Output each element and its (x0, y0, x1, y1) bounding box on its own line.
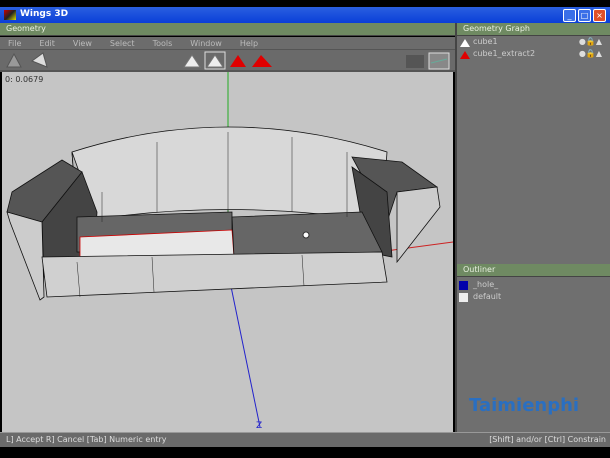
smooth-shade-icon[interactable] (6, 52, 22, 68)
menu-tools[interactable]: Tools (153, 37, 173, 50)
outliner-item[interactable]: default (457, 291, 610, 303)
toolbar (0, 50, 455, 72)
window-title: Wings 3D (20, 9, 69, 19)
body-mode-icon[interactable] (252, 55, 272, 67)
menu-select[interactable]: Select (110, 37, 135, 50)
face-mode-icon[interactable] (230, 55, 246, 67)
app-icon (4, 10, 16, 20)
right-panel: Geometry Graph cube1 ●🔒▲ cube1_extract2 … (455, 23, 610, 432)
visibility-lock-icons[interactable]: ●🔒▲ (579, 36, 602, 48)
object-item[interactable]: cube1_extract2 ●🔒▲ (457, 48, 610, 60)
status-left: L] Accept R] Cancel [Tab] Numeric entry (6, 435, 167, 444)
object-icon (460, 39, 470, 47)
geometry-graph-header: Geometry Graph (457, 23, 610, 36)
geometry-header: Geometry (0, 23, 455, 36)
object-selected-icon (460, 51, 470, 59)
status-bar: L] Accept R] Cancel [Tab] Numeric entry … (0, 432, 610, 447)
sofa-model: Z (6, 72, 454, 431)
material-swatch-icon (459, 293, 468, 302)
watermark: Taimienphi (469, 395, 580, 416)
material-swatch-icon (459, 281, 468, 290)
z-axis (227, 271, 261, 428)
menu-window[interactable]: Window (190, 37, 222, 50)
object-name: cube1 (473, 37, 498, 46)
z-axis-label: Z (256, 421, 262, 431)
menu-help[interactable]: Help (240, 37, 258, 50)
menu-file[interactable]: File (8, 37, 21, 50)
menu-edit[interactable]: Edit (39, 37, 55, 50)
status-right: [Shift] and/or [Ctrl] Constrain (489, 435, 606, 444)
outliner-header: Outliner (457, 264, 610, 277)
perspective-view-icon[interactable] (428, 52, 450, 70)
wireframe-icon[interactable] (30, 52, 48, 68)
vertex-mode-icon[interactable] (183, 54, 201, 68)
ortho-view-icon[interactable] (406, 55, 424, 68)
menu-bar: File Edit View Select Tools Window Help (0, 37, 455, 50)
edge-mode-icon[interactable] (206, 54, 224, 68)
visibility-lock-icons[interactable]: ●🔒▲ (579, 48, 602, 60)
outliner-item[interactable]: _hole_ (457, 279, 610, 291)
coordinate-readout: 0: 0.0679 (5, 75, 44, 84)
close-button[interactable]: × (593, 9, 606, 22)
menu-view[interactable]: View (73, 37, 92, 50)
object-name: cube1_extract2 (473, 49, 536, 58)
title-bar: Wings 3D (0, 7, 610, 23)
minimize-button[interactable]: _ (563, 9, 576, 22)
maximize-button[interactable]: □ (578, 9, 591, 22)
object-item[interactable]: cube1 ●🔒▲ (457, 36, 610, 48)
3d-viewport[interactable]: 0: 0.0679 Z (2, 72, 454, 432)
cursor-marker (302, 231, 310, 239)
